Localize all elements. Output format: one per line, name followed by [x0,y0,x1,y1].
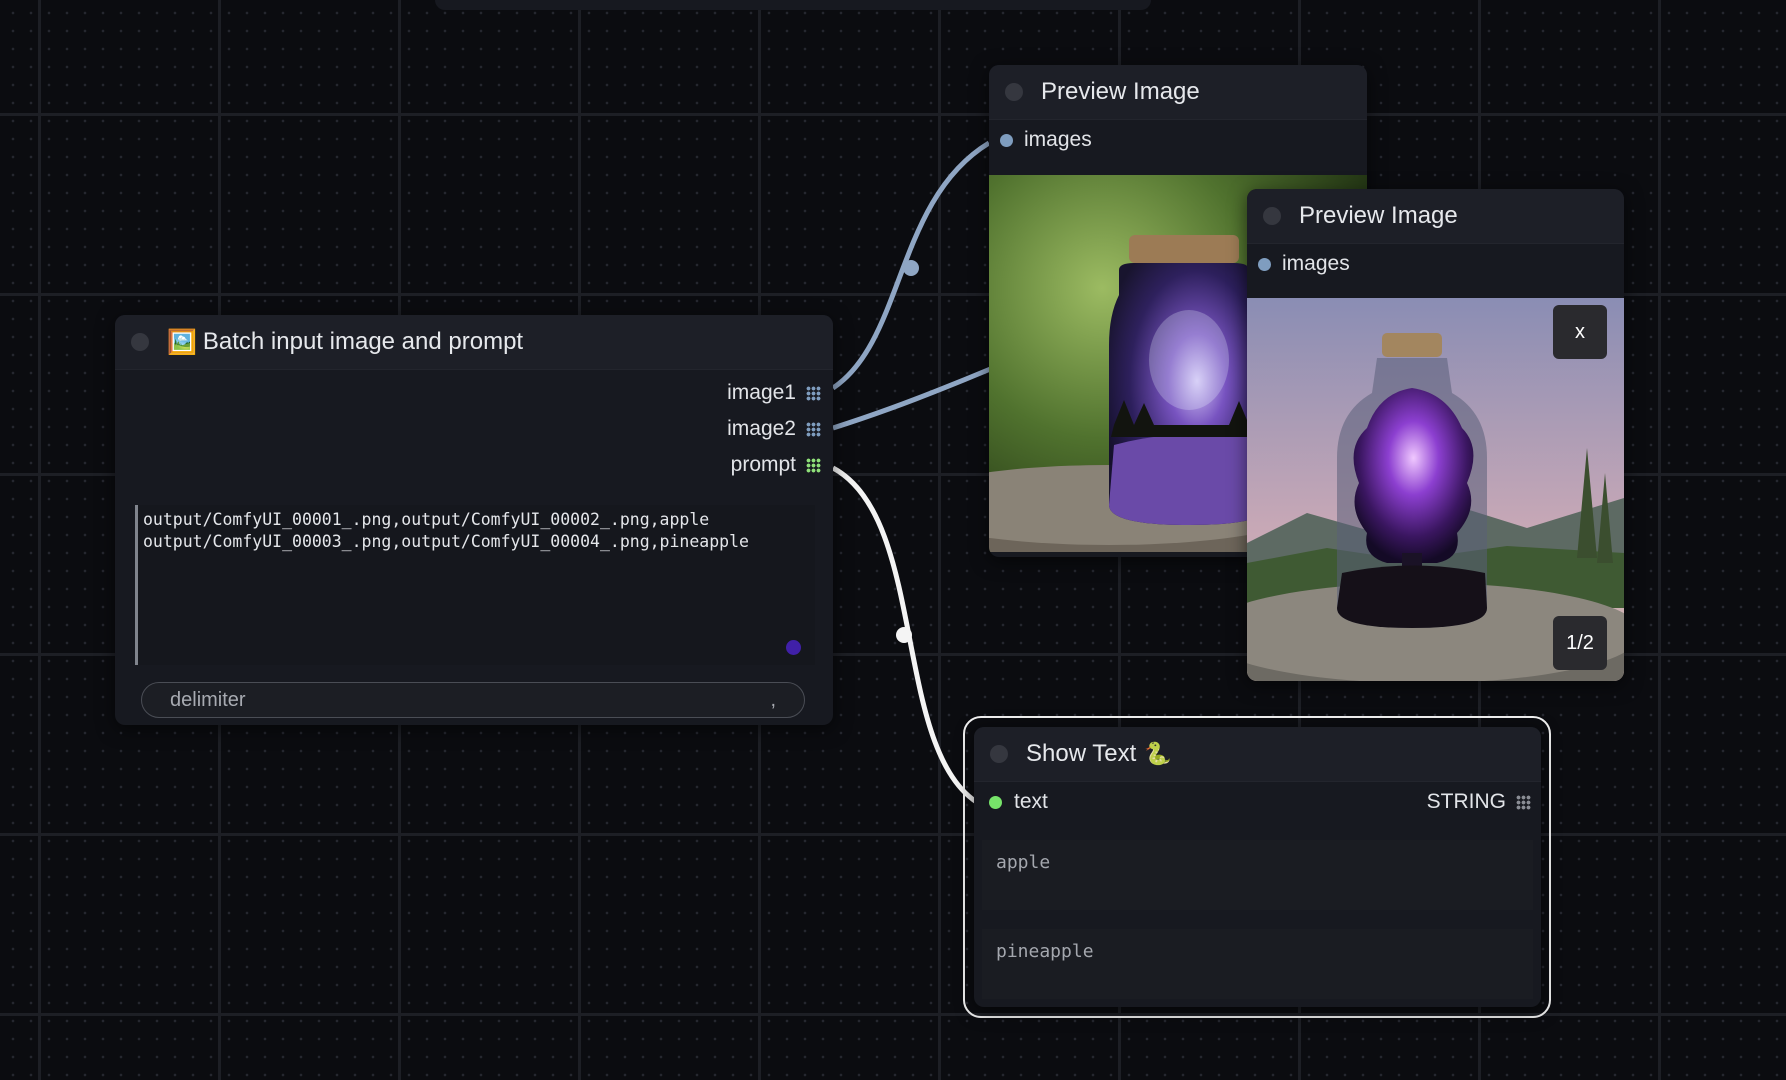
output-slot-prompt[interactable]: prompt [561,447,821,483]
slot-label: STRING [1426,790,1506,813]
delimiter-label: delimiter [170,688,246,711]
slot-label: images [1282,252,1350,275]
slot-label: prompt [730,453,796,476]
delimiter-input[interactable]: delimiter , [141,682,805,718]
preview-node-header[interactable]: Preview Image [989,65,1367,120]
text-output-box[interactable]: pineapple [982,929,1533,999]
close-preview-button[interactable]: x [1553,305,1607,359]
slot-label: text [1014,790,1048,813]
prompt-line: output/ComfyUI_00001_.png,output/ComfyUI… [143,510,710,529]
node-title: Show Text [1026,740,1137,767]
prompt-line: output/ComfyUI_00003_.png,output/ComfyUI… [143,531,749,551]
collapse-toggle-icon[interactable] [990,745,1008,763]
text-output-box[interactable]: apple [982,840,1533,910]
batch-node-header[interactable]: 🖼️ Batch input image and prompt [115,315,833,370]
snake-icon: 🐍 [1144,741,1172,766]
show-text-node[interactable]: Show Text 🐍 text STRING apple pineapple [974,727,1541,1007]
image-slot-grid-icon[interactable] [806,421,821,437]
slot-label: image1 [727,381,796,404]
image-slot-grid-icon[interactable] [806,385,821,401]
collapse-toggle-icon[interactable] [131,333,149,351]
string-slot-grid-icon[interactable] [806,457,821,473]
batch-input-node[interactable]: 🖼️ Batch input image and prompt image1 i… [115,315,833,725]
extension-status-icon[interactable] [786,640,801,655]
output-slot-image1[interactable]: image1 [561,375,821,411]
input-slot-images[interactable]: images [989,122,1367,158]
text-slots-row: text STRING [974,784,1541,820]
input-dot-icon[interactable] [1258,257,1271,271]
slot-label: image2 [727,417,796,440]
wire-image2-to-preview2 [832,362,1001,431]
string-slot-grid-icon[interactable] [1516,794,1531,810]
preview-node-header[interactable]: Preview Image [1247,189,1624,244]
input-dot-icon[interactable] [989,795,1002,809]
slot-label: images [1024,128,1092,151]
picture-icon: 🖼️ [167,328,197,356]
collapse-toggle-icon[interactable] [1263,207,1281,225]
preview-image-node-2[interactable]: Preview Image images x 1/2 [1247,189,1624,681]
wire-midpoint-image1 [903,260,919,276]
input-slot-text[interactable]: text [989,790,1048,814]
delimiter-value: , [770,688,776,711]
node-title: Preview Image [1041,78,1200,105]
image-counter-badge[interactable]: 1/2 [1553,616,1607,670]
show-text-node-header[interactable]: Show Text 🐍 [974,727,1541,782]
wire-midpoint-prompt [896,627,912,643]
output-slot-image2[interactable]: image2 [561,411,821,447]
input-slot-images[interactable]: images [1247,246,1624,282]
node-title: Batch input image and prompt [202,328,524,355]
input-dot-icon[interactable] [1000,133,1013,147]
collapse-toggle-icon[interactable] [1005,83,1023,101]
prompt-textarea[interactable]: output/ComfyUI_00001_.png,output/ComfyUI… [135,505,815,665]
node-title: Preview Image [1299,202,1458,229]
output-slot-string[interactable]: STRING [1427,790,1531,814]
